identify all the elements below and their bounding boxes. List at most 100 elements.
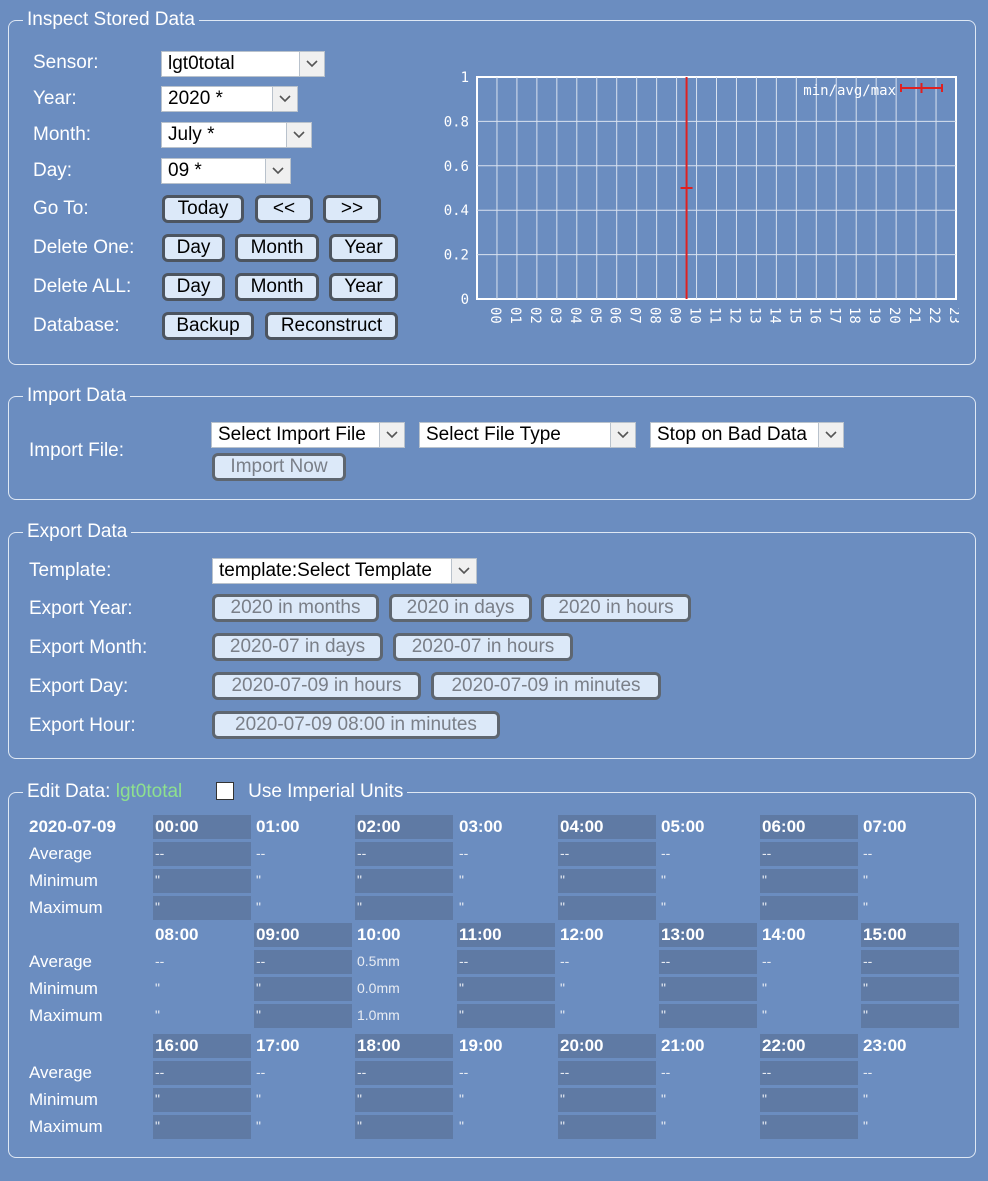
export-year-months-button[interactable]: 2020 in months	[212, 594, 379, 622]
average-cell-h19: --	[459, 1064, 469, 1080]
maximum-cell-h16[interactable]: "	[153, 1115, 251, 1139]
x-tick-label: 13	[746, 307, 762, 324]
minimum-cell-h11[interactable]: "	[457, 977, 555, 1001]
export-month-days-button[interactable]: 2020-07 in days	[212, 633, 383, 661]
maximum-cell-h9[interactable]: "	[254, 1004, 352, 1028]
previous-button[interactable]: <<	[255, 195, 313, 223]
maximum-cell-h11[interactable]: "	[457, 1004, 555, 1028]
minimum-cell-h6[interactable]: "	[760, 869, 858, 893]
hour-header: 01:00	[256, 817, 300, 836]
reconstruct-button[interactable]: Reconstruct	[265, 312, 398, 340]
average-cell-h13[interactable]: --	[659, 950, 757, 974]
hour-header: 21:00	[661, 1036, 705, 1055]
chevron-down-icon	[818, 423, 843, 447]
average-cell-h4[interactable]: --	[558, 842, 656, 866]
maximum-cell-h12: "	[560, 1007, 565, 1023]
export-year-hours-button[interactable]: 2020 in hours	[541, 594, 691, 622]
minimum-cell-h0[interactable]: "	[153, 869, 251, 893]
delete-all-year-button[interactable]: Year	[329, 273, 398, 301]
delete-all-label: Delete ALL:	[33, 276, 132, 297]
chevron-down-icon	[610, 423, 635, 447]
day-value: 09 *	[168, 160, 202, 181]
maximum-cell-h20[interactable]: "	[558, 1115, 656, 1139]
minimum-cell-h2[interactable]: "	[355, 869, 453, 893]
import-file-value: Select Import File	[218, 424, 366, 445]
hour-header: 09:00	[254, 923, 352, 947]
file-type-select[interactable]: Select File Type	[419, 422, 636, 448]
export-day-minutes-button[interactable]: 2020-07-09 in minutes	[431, 672, 661, 700]
x-tick-label: 06	[607, 307, 623, 324]
average-cell-h16[interactable]: --	[153, 1061, 251, 1085]
maximum-cell-h6[interactable]: "	[760, 896, 858, 920]
export-month-hours-button[interactable]: 2020-07 in hours	[393, 633, 573, 661]
average-cell-h15[interactable]: --	[861, 950, 959, 974]
next-button[interactable]: >>	[323, 195, 381, 223]
hour-header: 12:00	[560, 925, 604, 944]
maximum-cell-h13[interactable]: "	[659, 1004, 757, 1028]
import-now-button[interactable]: Import Now	[212, 453, 346, 481]
average-cell-h20[interactable]: --	[558, 1061, 656, 1085]
sensor-select[interactable]: lgt0total	[161, 51, 325, 77]
maximum-cell-h0[interactable]: "	[153, 896, 251, 920]
chevron-down-icon	[286, 123, 311, 147]
legend-label: min/avg/max	[803, 83, 896, 99]
hour-header: 22:00	[760, 1034, 858, 1058]
minimum-cell-h20[interactable]: "	[558, 1088, 656, 1112]
delete-all-day-button[interactable]: Day	[162, 273, 225, 301]
file-type-value: Select File Type	[426, 424, 561, 445]
sensor-label: Sensor:	[33, 52, 99, 73]
imperial-units-checkbox[interactable]	[216, 782, 234, 800]
average-cell-h3: --	[459, 845, 469, 861]
edit-sensor-name: lgt0total	[115, 781, 183, 802]
maximum-cell-h2[interactable]: "	[355, 896, 453, 920]
row-label-average: Average	[29, 1063, 93, 1082]
minimum-cell-h19: "	[459, 1091, 464, 1107]
average-cell-h18[interactable]: --	[355, 1061, 453, 1085]
backup-button[interactable]: Backup	[162, 312, 254, 340]
average-cell-h9[interactable]: --	[254, 950, 352, 974]
minimum-cell-h22[interactable]: "	[760, 1088, 858, 1112]
minimum-cell-h23: "	[863, 1091, 868, 1107]
minimum-cell-h18[interactable]: "	[355, 1088, 453, 1112]
today-button[interactable]: Today	[162, 195, 244, 223]
maximum-cell-h21: "	[661, 1118, 666, 1134]
month-select[interactable]: July *	[161, 122, 312, 148]
template-select[interactable]: template:Select Template	[212, 558, 477, 584]
minimum-cell-h4[interactable]: "	[558, 869, 656, 893]
maximum-cell-h22[interactable]: "	[760, 1115, 858, 1139]
average-cell-h2[interactable]: --	[355, 842, 453, 866]
average-cell-h10: 0.5mm	[357, 953, 400, 969]
maximum-cell-h15[interactable]: "	[861, 1004, 959, 1028]
day-select[interactable]: 09 *	[161, 158, 291, 184]
hour-header: 07:00	[863, 817, 907, 836]
minimum-cell-h15[interactable]: "	[861, 977, 959, 1001]
hour-header: 03:00	[459, 817, 503, 836]
inspect-panel: Inspect Stored Data Sensor: lgt0total Ye…	[8, 9, 976, 365]
bad-data-select[interactable]: Stop on Bad Data	[650, 422, 844, 448]
minimum-cell-h16[interactable]: "	[153, 1088, 251, 1112]
export-day-hours-button[interactable]: 2020-07-09 in hours	[212, 672, 421, 700]
delete-all-month-button[interactable]: Month	[235, 273, 319, 301]
average-cell-h11[interactable]: --	[457, 950, 555, 974]
delete-one-year-button[interactable]: Year	[329, 234, 398, 262]
maximum-cell-h18[interactable]: "	[355, 1115, 453, 1139]
average-cell-h12: --	[560, 953, 570, 969]
maximum-cell-h4[interactable]: "	[558, 896, 656, 920]
average-cell-h1: --	[256, 845, 266, 861]
average-cell-h6[interactable]: --	[760, 842, 858, 866]
delete-one-month-button[interactable]: Month	[235, 234, 319, 262]
delete-one-day-button[interactable]: Day	[162, 234, 225, 262]
minimum-cell-h3: "	[459, 872, 464, 888]
average-cell-h0[interactable]: --	[153, 842, 251, 866]
minimum-cell-h9[interactable]: "	[254, 977, 352, 1001]
import-file-label: Import File:	[29, 440, 125, 461]
hour-header: 23:00	[863, 1036, 907, 1055]
import-title: Import Data	[23, 385, 131, 407]
average-cell-h22[interactable]: --	[760, 1061, 858, 1085]
export-hour-minutes-button[interactable]: 2020-07-09 08:00 in minutes	[212, 711, 500, 739]
year-select[interactable]: 2020 *	[161, 86, 298, 112]
export-year-days-button[interactable]: 2020 in days	[389, 594, 532, 622]
hour-header: 02:00	[355, 815, 453, 839]
minimum-cell-h13[interactable]: "	[659, 977, 757, 1001]
import-file-select[interactable]: Select Import File	[211, 422, 405, 448]
